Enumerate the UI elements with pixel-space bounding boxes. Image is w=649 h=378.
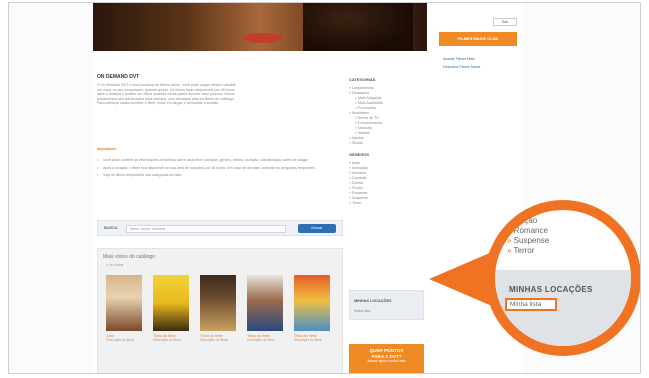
genres-heading: GÊNEROS <box>349 152 370 157</box>
movie-poster[interactable] <box>294 275 330 331</box>
notice-label: Importante: <box>97 147 117 151</box>
movie-desc: Descrição do filme <box>153 338 181 343</box>
movie-card[interactable]: Título do filme Descrição do filme <box>200 275 236 343</box>
zoom-genres-list: Ficção Romance Suspense Terror <box>507 216 550 256</box>
points-cta-banner[interactable]: QUER PONTOS PARA A DVT? Acesse agora e s… <box>349 344 424 373</box>
zoom-genre-link[interactable]: Ficção <box>507 216 549 226</box>
catalog-see-all-link[interactable]: » Ver todos <box>106 263 123 267</box>
movie-poster[interactable] <box>200 275 236 331</box>
catalog-section: Mais vistos do catálogo » Ver todos Juno… <box>97 248 343 373</box>
search-bar: BUSCA filmes, atores, diretores Buscar <box>97 220 343 236</box>
my-rentals-heading: MINHAS LOCAÇÕES <box>354 299 392 303</box>
cta-small-text: Acesse agora e saiba mais <box>367 359 406 364</box>
movie-desc: Descrição do filme <box>200 338 228 343</box>
intro-line: Para começar basta escolher o filme, cli… <box>97 101 220 106</box>
screenshot-frame: ON DEMAND DVT O On Demand DVT é uma loca… <box>8 2 641 374</box>
page-title: ON DEMAND DVT <box>97 74 140 80</box>
movie-card[interactable]: Título do filme Descrição do filme <box>294 275 330 343</box>
movie-desc: Descrição do filme <box>106 338 134 343</box>
movie-poster[interactable] <box>106 275 142 331</box>
zoom-my-rentals-heading: MINHAS LOCAÇÕES <box>509 285 593 294</box>
search-input[interactable]: filmes, atores, diretores <box>126 225 286 233</box>
zoom-genre-link[interactable]: Romance <box>507 226 549 236</box>
zoom-callout: Ficção Romance Suspense Terror MINHAS LO… <box>495 210 631 346</box>
club-link[interactable]: Assistir Filmes Mais <box>443 55 480 63</box>
hero-banner <box>93 3 427 51</box>
info-bullets: Você pode conferir as informações comple… <box>97 158 343 181</box>
genres-list: Ação Animação Aventura Comédia Drama Fic… <box>349 161 424 206</box>
category-link[interactable]: Shows <box>349 141 424 146</box>
movie-poster[interactable] <box>247 275 283 331</box>
movie-card[interactable]: Título do filme Descrição do filme <box>247 275 283 343</box>
genre-link[interactable]: Terror <box>349 201 424 206</box>
logout-button[interactable]: Sair <box>493 18 517 26</box>
catalog-title: Mais vistos do catálogo <box>103 254 155 260</box>
club-banner[interactable]: FILMES MAXIS CLUB <box>439 32 517 46</box>
zoom-my-rentals-link-highlighted[interactable]: Minha lista <box>505 298 557 311</box>
website: ON DEMAND DVT O On Demand DVT é uma loca… <box>93 3 523 373</box>
movie-desc: Descrição do filme <box>294 338 322 343</box>
zoom-my-rentals-box: MINHAS LOCAÇÕES Minha lista <box>495 270 631 346</box>
bullet-item: Após a locação, o filme fica disponível … <box>97 166 343 171</box>
search-button[interactable]: Buscar <box>298 224 336 233</box>
bullet-item: Você pode conferir as informações comple… <box>97 158 343 163</box>
zoom-genre-link[interactable]: Terror <box>507 246 549 256</box>
hero-hair-shape <box>303 3 413 51</box>
my-rentals-box: MINHAS LOCAÇÕES Minha lista <box>349 290 424 320</box>
search-label: BUSCA <box>104 226 118 230</box>
categories-list: Lançamentos Destaques Mais Alugados Mais… <box>349 86 424 146</box>
movie-card[interactable]: Título do filme Descrição do filme <box>153 275 189 343</box>
club-link[interactable]: Descubra Filmes Maxis <box>443 63 480 71</box>
hero-lips-shape <box>243 33 283 43</box>
movie-desc: Descrição do filme <box>247 338 275 343</box>
movie-poster[interactable] <box>153 275 189 331</box>
my-rentals-link[interactable]: Minha lista <box>354 309 370 313</box>
category-sidebar: CATEGORIAS Lançamentos Destaques Mais Al… <box>349 77 424 206</box>
bullet-item: Veja os filmes disponíveis nas categoria… <box>97 173 343 178</box>
movie-card[interactable]: Juno Descrição do filme <box>106 275 142 343</box>
zoom-genre-link[interactable]: Suspense <box>507 236 550 246</box>
club-links: Assistir Filmes Mais Descubra Filmes Max… <box>443 55 480 71</box>
intro-text: O On Demand DVT é uma locadora de filmes… <box>97 83 343 106</box>
categories-heading: CATEGORIAS <box>349 77 376 82</box>
